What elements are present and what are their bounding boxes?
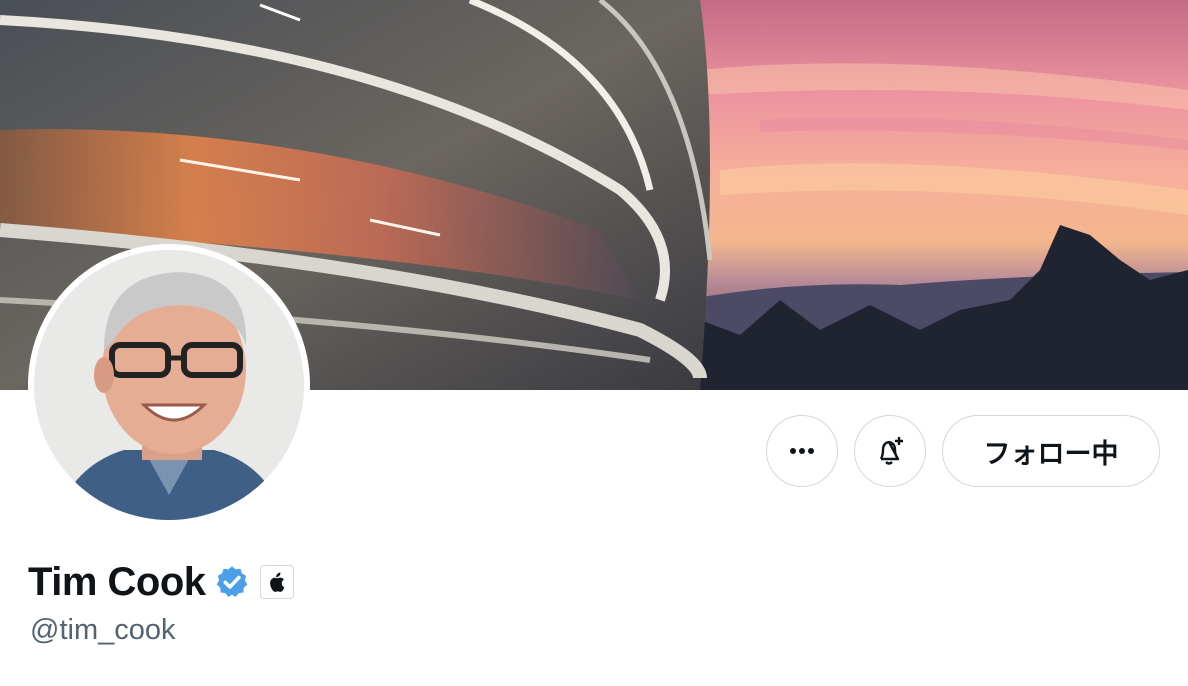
profile-handle: @tim_cook xyxy=(30,614,176,646)
notifications-button[interactable] xyxy=(854,415,926,487)
avatar-photo xyxy=(34,250,304,520)
profile-name-row: Tim Cook xyxy=(28,558,294,606)
following-button[interactable]: フォロー中 xyxy=(942,415,1160,487)
apple-logo-icon xyxy=(269,572,284,592)
affiliate-badge[interactable] xyxy=(259,565,294,599)
profile-avatar[interactable] xyxy=(28,244,310,526)
display-name: Tim Cook xyxy=(28,559,206,604)
profile-page: フォロー中 Tim Cook @tim_cook xyxy=(0,0,1188,686)
more-horizontal-icon xyxy=(790,448,814,454)
avatar-portrait xyxy=(34,250,304,520)
bell-plus-icon xyxy=(879,437,903,465)
more-button[interactable] xyxy=(766,415,838,487)
verified-badge-icon[interactable] xyxy=(214,564,250,600)
